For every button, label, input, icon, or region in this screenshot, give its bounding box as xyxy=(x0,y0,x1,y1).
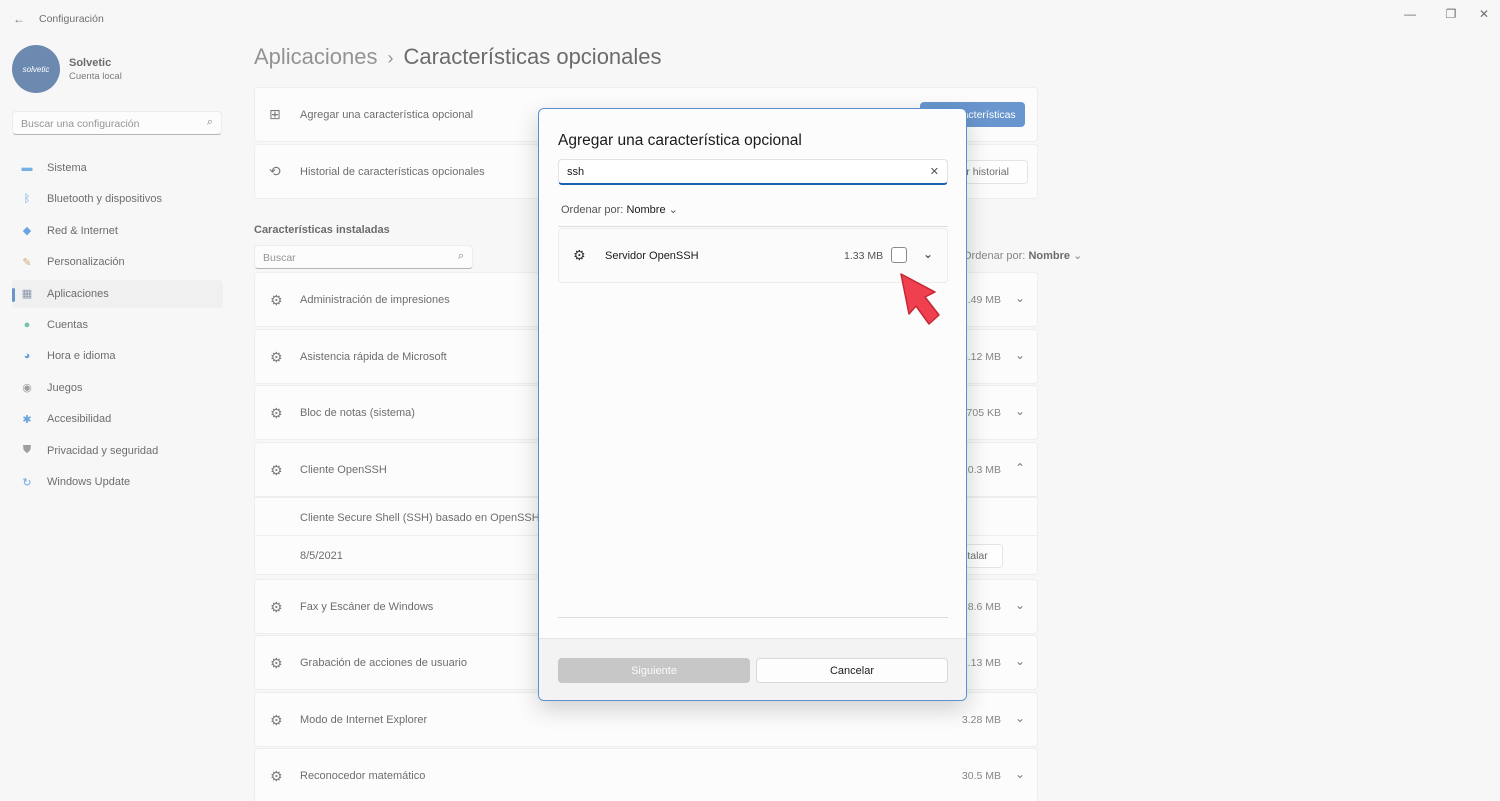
divider xyxy=(558,617,948,618)
chevron-down-icon: ⌄ xyxy=(668,204,678,216)
dialog-title: Agregar una característica opcional xyxy=(558,132,802,149)
dialog-search-value: ssh xyxy=(567,166,585,178)
dialog-footer: Siguiente Cancelar xyxy=(539,638,966,700)
next-button[interactable]: Siguiente xyxy=(558,658,750,683)
dialog-sort-label: Ordenar por: xyxy=(561,204,624,216)
chevron-down-icon[interactable]: ⌄ xyxy=(923,247,933,261)
dialog-sort[interactable]: Ordenar por: Nombre ⌄ xyxy=(561,203,678,216)
feature-result-size: 1.33 MB xyxy=(844,250,884,262)
dialog-search-input[interactable]: ssh ✕ xyxy=(558,159,948,185)
divider xyxy=(558,226,948,227)
puzzle-icon: ⚙ xyxy=(573,247,586,263)
dialog-sort-value: Nombre xyxy=(626,204,666,216)
pointer-arrow-icon xyxy=(900,273,940,325)
add-feature-dialog: Agregar una característica opcional ssh … xyxy=(538,108,967,701)
cancel-button[interactable]: Cancelar xyxy=(756,658,948,683)
feature-result-name: Servidor OpenSSH xyxy=(605,250,699,262)
feature-result-checkbox[interactable] xyxy=(891,247,907,263)
clear-icon[interactable]: ✕ xyxy=(930,165,939,178)
feature-result-item[interactable]: ⚙ Servidor OpenSSH 1.33 MB ⌄ xyxy=(558,228,948,283)
